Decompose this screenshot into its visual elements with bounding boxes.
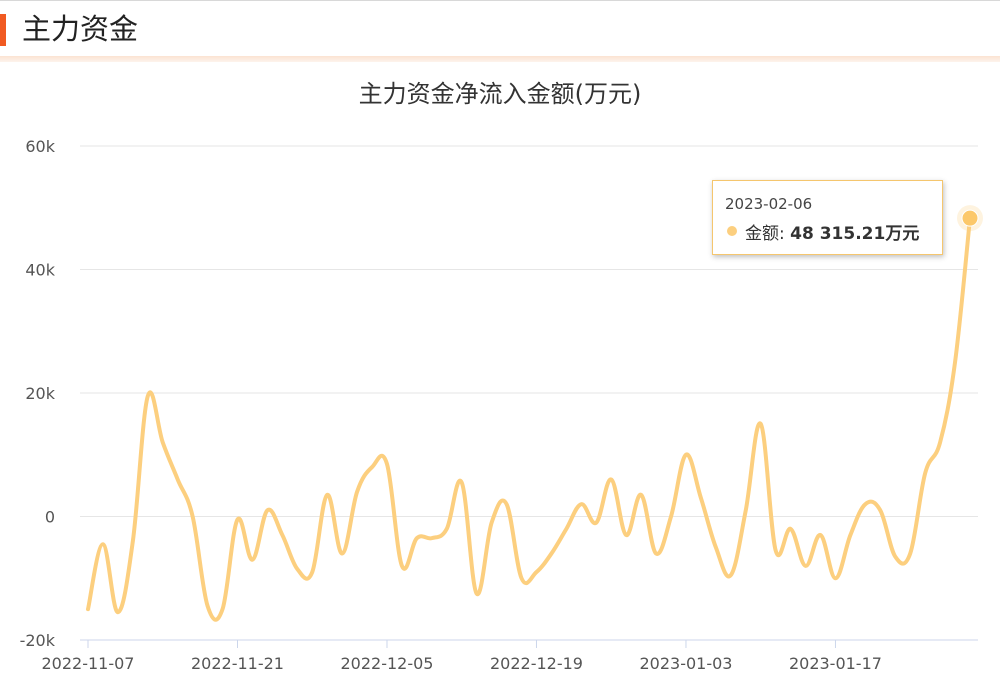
line-chart: -20k020k40k60k 2022-11-07 2022-11-21 2022-… xyxy=(20,137,983,673)
y-tick-label: 60k xyxy=(25,137,55,156)
y-tick-label: 20k xyxy=(25,384,55,403)
x-tick-label: 2023-01-17 xyxy=(789,654,882,673)
x-tick-label: 2022-11-21 xyxy=(191,654,284,673)
x-axis: 2022-11-07 2022-11-21 2022-12-05 2022-12-19… xyxy=(42,639,978,673)
x-tick-label: 2022-12-19 xyxy=(490,654,583,673)
tooltip-value: 48 315.21万元 xyxy=(790,224,920,244)
data-tooltip: 2023-02-06 金额: 48 315.21万元 xyxy=(712,180,943,255)
series-line xyxy=(86,216,972,622)
series-group xyxy=(86,205,983,622)
tooltip-date: 2023-02-06 xyxy=(725,195,813,213)
y-axis-ticks: -20k 0 20k 40k 60k xyxy=(20,137,56,650)
y-tick-label: 40k xyxy=(25,261,55,280)
tooltip-series-dot xyxy=(727,226,737,236)
x-tick-label: 2023-01-03 xyxy=(639,654,732,673)
y-tick-label: -20k xyxy=(20,631,56,650)
tooltip-value-line: 金额: 48 315.21万元 xyxy=(745,219,919,244)
x-tick-label: 2022-12-05 xyxy=(340,654,433,673)
data-point-highlight xyxy=(961,209,979,227)
x-tick-label: 2022-11-07 xyxy=(42,654,135,673)
y-tick-label: 0 xyxy=(45,508,55,527)
tooltip-label: 金额: xyxy=(745,224,791,244)
